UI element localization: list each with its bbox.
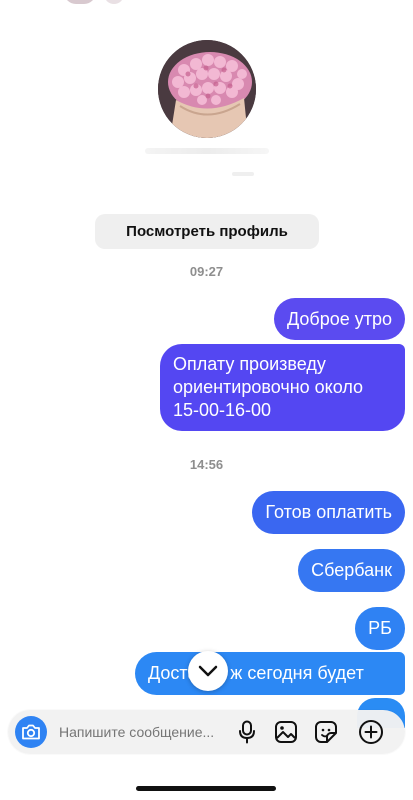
flower-bouquet-photo: [158, 40, 256, 138]
blurred-username: [145, 148, 269, 154]
message-timestamp: 14:56: [189, 457, 224, 472]
gallery-button[interactable]: [273, 719, 299, 745]
message-composer: [8, 710, 405, 754]
chat-screen: Посмотреть профиль 09:27 Доброе утро Опл…: [0, 0, 413, 800]
blurred-subtitle: [232, 172, 254, 176]
message-bubble[interactable]: Сбербанк: [298, 549, 405, 592]
top-avatar-partial-secondary: [104, 0, 124, 4]
message-bubble[interactable]: Готов оплатить: [252, 491, 405, 534]
message-bubble[interactable]: Оплату произведу ориентировочно около 15…: [160, 344, 405, 431]
chevron-down-icon: [198, 665, 218, 677]
message-input[interactable]: [59, 722, 224, 742]
view-profile-button[interactable]: Посмотреть профиль: [95, 214, 319, 249]
microphone-icon: [239, 720, 255, 744]
microphone-button[interactable]: [234, 719, 260, 745]
message-line: ориентировочно около: [173, 377, 364, 397]
message-line: Оплату произведу: [173, 354, 326, 374]
sticker-icon: [315, 721, 337, 743]
profile-avatar[interactable]: [158, 40, 256, 138]
camera-button[interactable]: [15, 716, 47, 748]
message-timestamp: 09:27: [189, 264, 224, 279]
camera-icon: [22, 724, 40, 740]
top-avatar-partial: [64, 0, 96, 4]
plus-circle-icon: [359, 720, 383, 744]
message-bubble[interactable]: РБ: [355, 607, 405, 650]
scroll-to-bottom-button[interactable]: [188, 651, 228, 691]
message-line: 15-00-16-00: [173, 400, 272, 420]
sticker-button[interactable]: [313, 719, 339, 745]
home-indicator: [136, 786, 276, 791]
more-options-button[interactable]: [358, 719, 384, 745]
message-bubble[interactable]: Доброе утро: [273, 298, 405, 340]
gallery-icon: [275, 721, 297, 743]
message-bubble[interactable]: Доставка ж сегодня будет: [135, 652, 405, 695]
